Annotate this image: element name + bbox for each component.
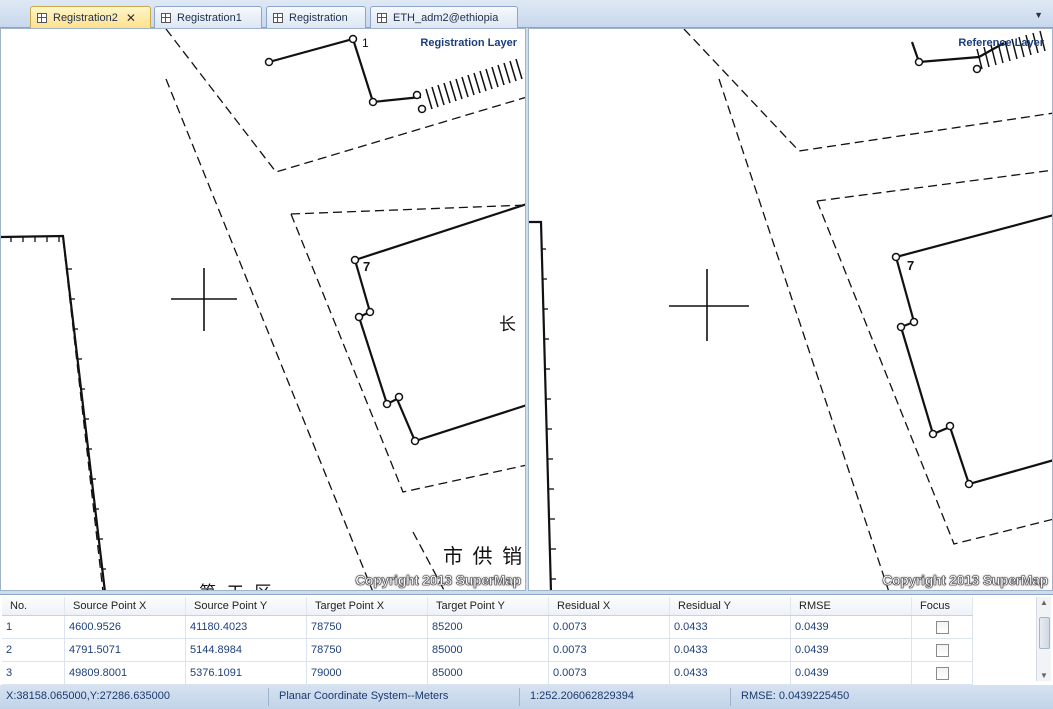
cell-target-y[interactable]: 85000 — [427, 661, 549, 685]
map-text-shigongxiao: 市 供 销 — [443, 546, 525, 568]
cell-target-y[interactable]: 85000 — [427, 638, 549, 662]
status-coordinate-system: Planar Coordinate System--Meters — [279, 690, 449, 702]
cell-source-x[interactable]: 49809.8001 — [64, 661, 186, 685]
cell-source-y[interactable]: 41180.4023 — [185, 615, 307, 639]
crosshair-marker — [171, 268, 237, 331]
map-text-chang: 长 — [499, 315, 516, 334]
status-separator — [519, 688, 520, 706]
table-header-row: No. Source Point X Source Point Y Target… — [2, 597, 973, 616]
tab-label: Registration — [289, 11, 348, 24]
document-tab-bar: Registration2 ✕ Registration1 Registrati… — [0, 0, 1053, 29]
cell-residual-y: 0.0433 — [669, 638, 791, 662]
map-text-bottom: 第 工 区 — [199, 578, 274, 590]
cell-residual-x: 0.0073 — [548, 638, 670, 662]
cell-source-y[interactable]: 5376.1091 — [185, 661, 307, 685]
cell-source-y[interactable]: 5144.8984 — [185, 638, 307, 662]
map-window-icon — [377, 12, 387, 23]
column-header-rmse[interactable]: RMSE — [790, 597, 912, 616]
cell-no: 2 — [2, 638, 65, 662]
tab-eth-adm2[interactable]: ETH_adm2@ethiopia — [370, 6, 518, 28]
cell-residual-y: 0.0433 — [669, 661, 791, 685]
cell-no: 1 — [2, 615, 65, 639]
cell-rmse: 0.0439 — [790, 661, 912, 685]
reference-map-drawing — [529, 29, 1052, 590]
tab-registration[interactable]: Registration — [266, 6, 366, 28]
copyright-label: Copyright 2013 SuperMap — [355, 572, 522, 589]
scroll-thumb[interactable] — [1039, 617, 1050, 649]
parcel-number-label: 7 — [363, 259, 371, 274]
scroll-down-arrow-icon[interactable]: ▼ — [1040, 671, 1048, 680]
map-window-icon — [161, 12, 171, 23]
focus-checkbox[interactable] — [935, 666, 949, 680]
copyright-label: Copyright 2013 SuperMap — [882, 572, 1049, 589]
focus-checkbox[interactable] — [935, 620, 949, 634]
status-bar: X:38158.065000,Y:27286.635000 Planar Coo… — [0, 685, 1053, 709]
tab-label: ETH_adm2@ethiopia — [393, 11, 499, 24]
status-coordinates: X:38158.065000,Y:27286.635000 — [6, 690, 170, 702]
status-separator — [730, 688, 731, 706]
cell-no: 3 — [2, 661, 65, 685]
column-header-source-x[interactable]: Source Point X — [64, 597, 186, 616]
tab-list-dropdown-icon[interactable]: ▼ — [1034, 10, 1043, 20]
control-points-table-panel: No. Source Point X Source Point Y Target… — [0, 594, 1053, 686]
control-points-table: No. Source Point X Source Point Y Target… — [2, 597, 973, 685]
cell-focus — [911, 661, 973, 685]
column-header-residual-x[interactable]: Residual X — [548, 597, 670, 616]
tab-registration2[interactable]: Registration2 ✕ — [30, 6, 151, 29]
column-header-target-y[interactable]: Target Point Y — [427, 597, 549, 616]
cell-target-x[interactable]: 78750 — [306, 638, 428, 662]
crosshair-marker — [669, 269, 749, 341]
status-separator — [268, 688, 269, 706]
column-header-no[interactable]: No. — [2, 597, 65, 616]
cell-target-x[interactable]: 78750 — [306, 615, 428, 639]
table-vertical-scrollbar[interactable]: ▲ ▼ — [1036, 597, 1051, 681]
column-header-target-x[interactable]: Target Point X — [306, 597, 428, 616]
reference-map-view[interactable]: 7 Reference Layer Copyright 2013 SuperMa… — [528, 28, 1053, 591]
status-rmse: RMSE: 0.0439225450 — [741, 690, 850, 702]
cell-source-x[interactable]: 4791.5071 — [64, 638, 186, 662]
cell-residual-x: 0.0073 — [548, 661, 670, 685]
cell-residual-y: 0.0433 — [669, 615, 791, 639]
cell-source-x[interactable]: 4600.9526 — [64, 615, 186, 639]
cell-rmse: 0.0439 — [790, 615, 912, 639]
cell-focus — [911, 638, 973, 662]
cell-target-x[interactable]: 79000 — [306, 661, 428, 685]
parcel-number-label: 7 — [907, 258, 915, 273]
cell-rmse: 0.0439 — [790, 638, 912, 662]
registration-map-view[interactable]: 7 1 长 市 供 销 第 工 区 Registration Layer Cop… — [0, 28, 526, 591]
tab-label: Registration2 — [53, 12, 118, 24]
scroll-up-arrow-icon[interactable]: ▲ — [1040, 598, 1048, 607]
cell-residual-x: 0.0073 — [548, 615, 670, 639]
reference-layer-label: Reference Layer — [958, 37, 1044, 49]
parcel-number-top-label: 1 — [362, 36, 369, 50]
tab-registration1[interactable]: Registration1 — [154, 6, 262, 28]
cell-focus — [911, 615, 973, 639]
registration-layer-label: Registration Layer — [420, 37, 517, 49]
tab-label: Registration1 — [177, 11, 242, 24]
cell-target-y[interactable]: 85200 — [427, 615, 549, 639]
table-row[interactable]: 3 49809.8001 5376.1091 79000 85000 0.007… — [2, 661, 973, 685]
close-tab-icon[interactable]: ✕ — [126, 11, 136, 25]
registration-map-drawing — [1, 29, 525, 590]
column-header-source-y[interactable]: Source Point Y — [185, 597, 307, 616]
status-scale: 1:252.206062829394 — [530, 690, 634, 702]
column-header-focus[interactable]: Focus — [911, 597, 973, 616]
map-window-icon — [37, 13, 47, 23]
focus-checkbox[interactable] — [935, 643, 949, 657]
column-header-residual-y[interactable]: Residual Y — [669, 597, 791, 616]
table-row[interactable]: 1 4600.9526 41180.4023 78750 85200 0.007… — [2, 615, 973, 639]
table-row[interactable]: 2 4791.5071 5144.8984 78750 85000 0.0073… — [2, 638, 973, 662]
map-window-icon — [273, 12, 283, 23]
